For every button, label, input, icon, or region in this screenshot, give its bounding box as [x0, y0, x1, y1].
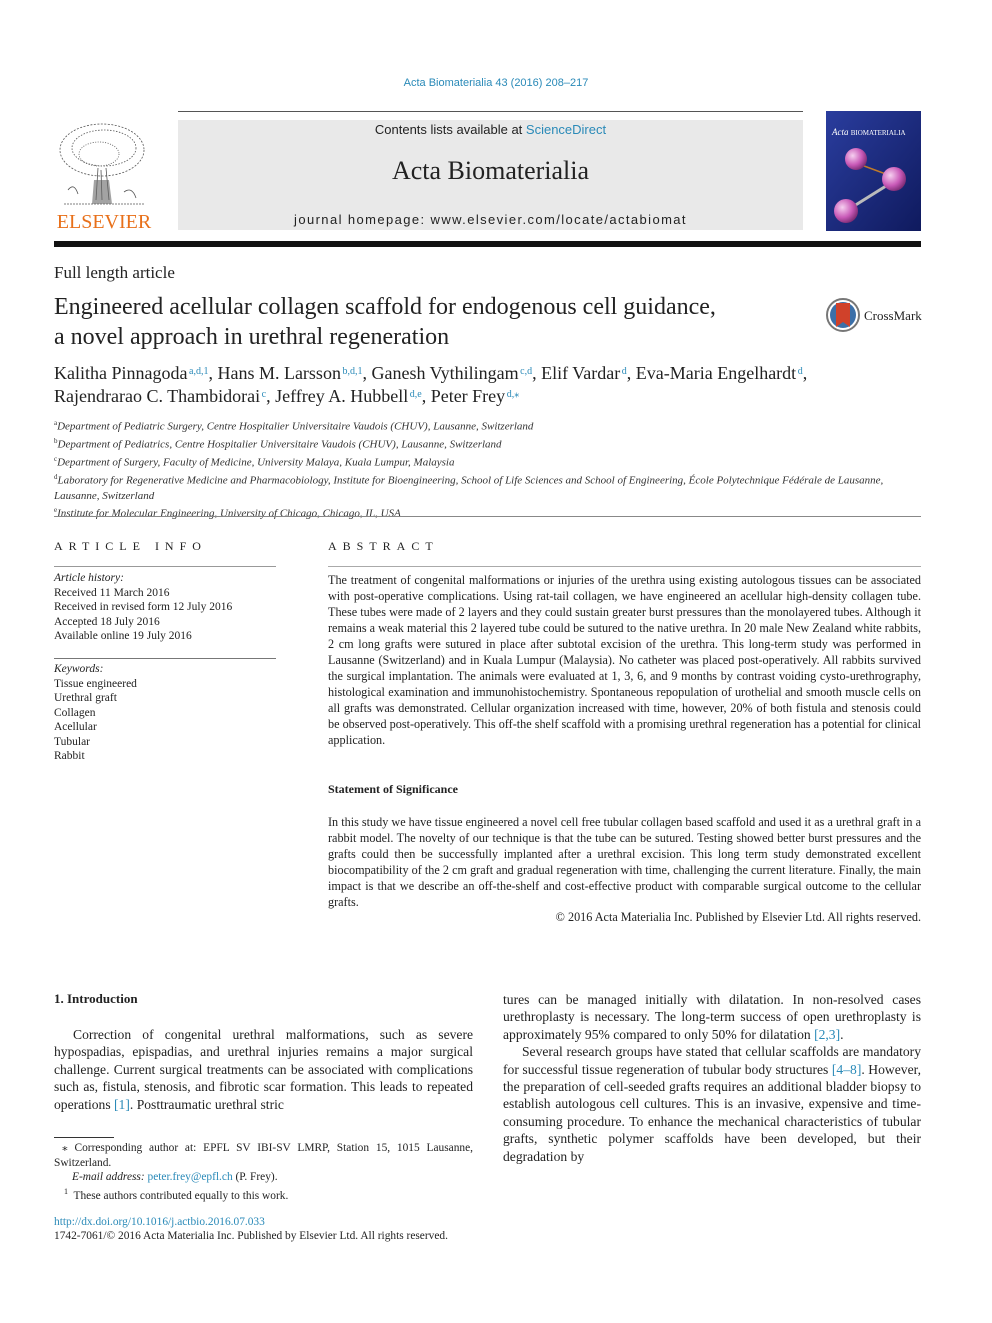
affiliation: eInstitute for Molecular Engineering, Un…	[54, 506, 401, 520]
cover-title-acta: Acta	[831, 127, 849, 137]
journal-reference-link[interactable]: Acta Biomaterialia 43 (2016) 208–217	[0, 77, 992, 89]
keyword: Rabbit	[54, 750, 85, 762]
author[interactable]: Peter Frey d,⁎	[431, 386, 520, 406]
svg-text:Acta BIOMATERIALIA: Acta BIOMATERIALIA	[831, 127, 906, 137]
citation-link[interactable]: [4–8]	[832, 1062, 861, 1077]
citation-link[interactable]: [2,3]	[814, 1027, 840, 1042]
corresponding-author-note: ⁎ Corresponding author at: EPFL SV IBI-S…	[54, 1142, 473, 1169]
keyword: Tubular	[54, 735, 90, 748]
header-thick-rule	[54, 241, 921, 247]
contents-line: Contents lists available at ScienceDirec…	[178, 122, 803, 137]
doi-link[interactable]: http://dx.doi.org/10.1016/j.actbio.2016.…	[54, 1216, 265, 1228]
affiliations: aDepartment of Pediatric Surgery, Centre…	[54, 416, 924, 521]
introduction-heading: 1. Introduction	[54, 991, 138, 1006]
elsevier-logo[interactable]: ELSEVIER	[54, 120, 154, 233]
elsevier-wordmark: ELSEVIER	[57, 211, 152, 232]
author[interactable]: Rajendrarao C. Thambidorai c	[54, 386, 266, 406]
article-type: Full length article	[54, 263, 175, 282]
journal-title: Acta Biomaterialia	[391, 156, 590, 185]
affiliation: aDepartment of Pediatric Surgery, Centre…	[54, 419, 534, 433]
cover-title-main: BIOMATERIALIA	[851, 129, 906, 137]
history-accepted: Accepted 18 July 2016	[54, 615, 160, 628]
affiliation: cDepartment of Surgery, Faculty of Medic…	[54, 455, 455, 469]
keyword: Collagen	[54, 706, 96, 719]
journal-homepage[interactable]: journal homepage: www.elsevier.com/locat…	[178, 212, 803, 227]
body-column-right: tures can be managed initially with dila…	[503, 991, 921, 1165]
journal-cover-image[interactable]: Acta BIOMATERIALIA	[826, 111, 921, 231]
paragraph: Several research groups have stated that…	[503, 1044, 921, 1164]
issn-copyright: 1742-7061/© 2016 Acta Materialia Inc. Pu…	[54, 1230, 448, 1242]
keywords: Keywords: Tissue engineered Urethral gra…	[54, 662, 137, 764]
author[interactable]: Hans M. Larsson b,d,1	[217, 363, 362, 383]
paragraph: tures can be managed initially with dila…	[503, 992, 921, 1042]
abstract-heading: ABSTRACT	[328, 539, 439, 553]
author[interactable]: Ganesh Vythilingam c,d	[371, 363, 532, 383]
history-revised: Received in revised form 12 July 2016	[54, 601, 233, 613]
keywords-rule	[54, 658, 276, 659]
article-title: Engineered acellular collagen scaffold f…	[54, 292, 794, 352]
header-rule	[178, 111, 803, 112]
history-online: Available online 19 July 2016	[54, 630, 192, 642]
abstract-text: The treatment of congenital malformation…	[328, 573, 921, 747]
citation-link[interactable]: [1]	[114, 1097, 130, 1112]
journal-banner: Contents lists available at ScienceDirec…	[178, 120, 803, 230]
article-info-heading: ARTICLE INFO	[54, 539, 207, 553]
body-column-left: Correction of congenital urethral malfor…	[54, 1026, 473, 1113]
author[interactable]: Elif Vardar d	[541, 363, 627, 383]
keyword: Urethral graft	[54, 692, 117, 704]
crossmark-icon: CrossMark	[826, 298, 922, 332]
significance-heading: Statement of Significance	[328, 782, 458, 796]
affiliation: bDepartment of Pediatrics, Centre Hospit…	[54, 437, 502, 451]
email-link[interactable]: peter.frey@epfl.ch	[148, 1171, 233, 1183]
sciencedirect-link[interactable]: ScienceDirect	[526, 122, 606, 137]
affiliation: dLaboratory for Regenerative Medicine an…	[54, 473, 884, 502]
author[interactable]: Kalitha Pinnagoda a,d,1	[54, 363, 208, 383]
footnotes: ⁎ Corresponding author at: EPFL SV IBI-S…	[54, 1141, 473, 1203]
paragraph: Correction of congenital urethral malfor…	[54, 1027, 473, 1112]
keyword: Acellular	[54, 721, 97, 733]
author[interactable]: Eva-Maria Engelhardt d	[636, 363, 803, 383]
significance-text: In this study we have tissue engineered …	[328, 815, 921, 909]
journal-cover-icon: Acta BIOMATERIALIA	[826, 111, 921, 231]
abstract-rule	[328, 566, 921, 567]
abstract-copyright: © 2016 Acta Materialia Inc. Published by…	[555, 910, 921, 924]
article-info-rule	[54, 566, 276, 567]
keyword: Tissue engineered	[54, 677, 137, 690]
article-title-line-2: a novel approach in urethral regeneratio…	[54, 324, 450, 350]
elsevier-tree-icon: ELSEVIER	[57, 123, 152, 233]
author-list: Kalitha Pinnagoda a,d,1, Hans M. Larsson…	[54, 363, 808, 406]
footnote-rule	[54, 1137, 114, 1138]
contents-prefix: Contents lists available at	[374, 122, 526, 137]
crossmark-button[interactable]: CrossMark	[826, 297, 926, 333]
equal-contribution-note: 1 These authors contributed equally to t…	[64, 1186, 289, 1202]
crossmark-label: CrossMark	[864, 308, 922, 323]
keywords-label: Keywords:	[54, 663, 104, 675]
article-history: Article history: Received 11 March 2016 …	[54, 571, 232, 644]
article-title-line-1: Engineered acellular collagen scaffold f…	[54, 294, 716, 320]
history-received: Received 11 March 2016	[54, 586, 170, 599]
email-note: E-mail address: peter.frey@epfl.ch (P. F…	[72, 1171, 278, 1184]
author[interactable]: Jeffrey A. Hubbell d,e	[275, 386, 422, 406]
affiliations-divider	[54, 516, 921, 517]
article-history-label: Article history:	[54, 572, 124, 584]
